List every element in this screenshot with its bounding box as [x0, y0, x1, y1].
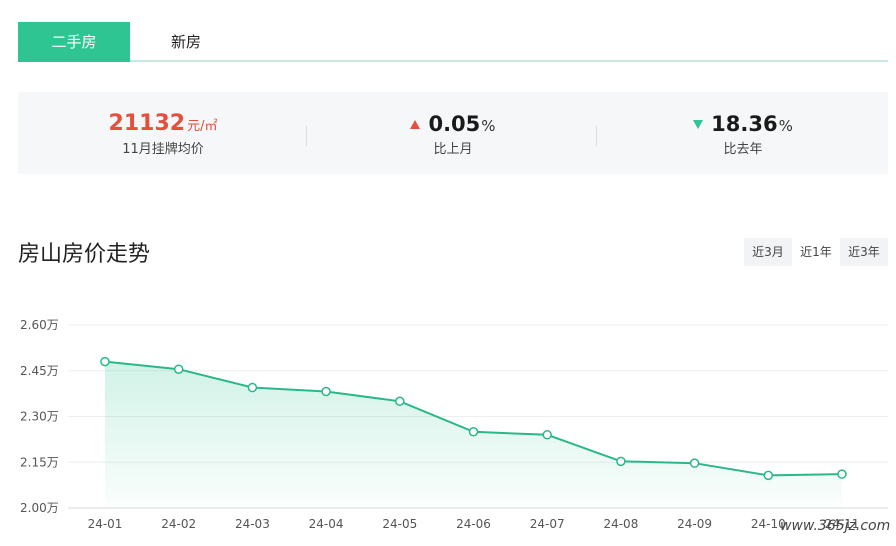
stat-avg-price: 21132 元/㎡ 11月挂牌均价	[18, 92, 308, 174]
y-tick-label: 2.15万	[20, 455, 59, 469]
data-point[interactable]	[542, 430, 552, 440]
stat-year-over-year: 18.36% 比去年	[598, 92, 888, 174]
price-trend-chart: 2.60万2.45万2.30万2.15万2.00万 24-01 24-02 24-0…	[20, 318, 888, 531]
stat-divider	[596, 126, 597, 146]
data-point[interactable]	[763, 470, 774, 481]
y-tick-label: 2.60万	[20, 318, 59, 332]
section-title: 房山房价走势	[18, 242, 151, 267]
x-axis: 24-01 24-02 24-03 24-04 24-05 24-06 24-07 24-08…	[88, 517, 860, 531]
range-3-years-button[interactable]: 近3年	[840, 238, 888, 266]
y-tick-label: 2.45万	[20, 364, 59, 378]
y-axis: 2.60万 2.45万 2.30万 2.15万 2.00万	[20, 318, 59, 515]
mom-label: 比上月	[433, 142, 473, 157]
stats-panel: 21132 元/㎡ 11月挂牌均价 0.05% 比上月 18.36% 比去年	[18, 92, 888, 174]
trend-down-icon	[693, 120, 704, 129]
data-point[interactable]	[321, 386, 331, 397]
avg-price-unit: 元/㎡	[187, 119, 218, 134]
data-point[interactable]	[837, 469, 847, 479]
data-point[interactable]	[468, 427, 479, 437]
tab-second-hand[interactable]: 二手房	[18, 22, 130, 62]
watermark: www.365jz.com	[780, 518, 891, 534]
yoy-unit: %	[778, 117, 793, 135]
x-tick-label: 24-09	[677, 517, 712, 531]
trend-up-icon	[410, 120, 421, 129]
x-tick-label: 24-05	[382, 517, 417, 531]
y-tick-label: 2.30万	[20, 410, 59, 424]
data-point[interactable]	[689, 458, 700, 468]
data-point[interactable]	[616, 456, 626, 467]
range-1-year-button[interactable]: 近1年	[792, 238, 840, 266]
stat-month-over-month: 0.05% 比上月	[308, 92, 598, 174]
yoy-value: 18.36	[711, 112, 778, 136]
range-3-months-button[interactable]: 近3月	[744, 238, 792, 266]
y-tick-label: 2.00万	[20, 501, 59, 515]
mom-unit: %	[481, 117, 496, 135]
stat-divider	[306, 126, 307, 146]
data-point[interactable]	[395, 396, 405, 406]
x-tick-label: 24-08	[603, 517, 638, 531]
tab-new-homes[interactable]: 新房	[130, 22, 242, 62]
data-point[interactable]	[247, 382, 258, 393]
x-tick-label: 24-07	[530, 517, 565, 531]
x-tick-label: 24-06	[456, 517, 491, 531]
avg-price-label: 11月挂牌均价	[122, 142, 204, 157]
x-tick-label: 24-04	[309, 517, 344, 531]
x-tick-label: 24-03	[235, 517, 270, 531]
data-point[interactable]	[100, 356, 110, 367]
data-point[interactable]	[173, 364, 184, 374]
mom-value: 0.05	[428, 112, 481, 136]
avg-price-value: 21132	[108, 111, 186, 136]
tab-bar: 二手房 新房	[18, 22, 888, 62]
x-tick-label: 24-01	[88, 517, 123, 531]
x-tick-label: 24-02	[161, 517, 196, 531]
yoy-label: 比去年	[723, 142, 763, 157]
